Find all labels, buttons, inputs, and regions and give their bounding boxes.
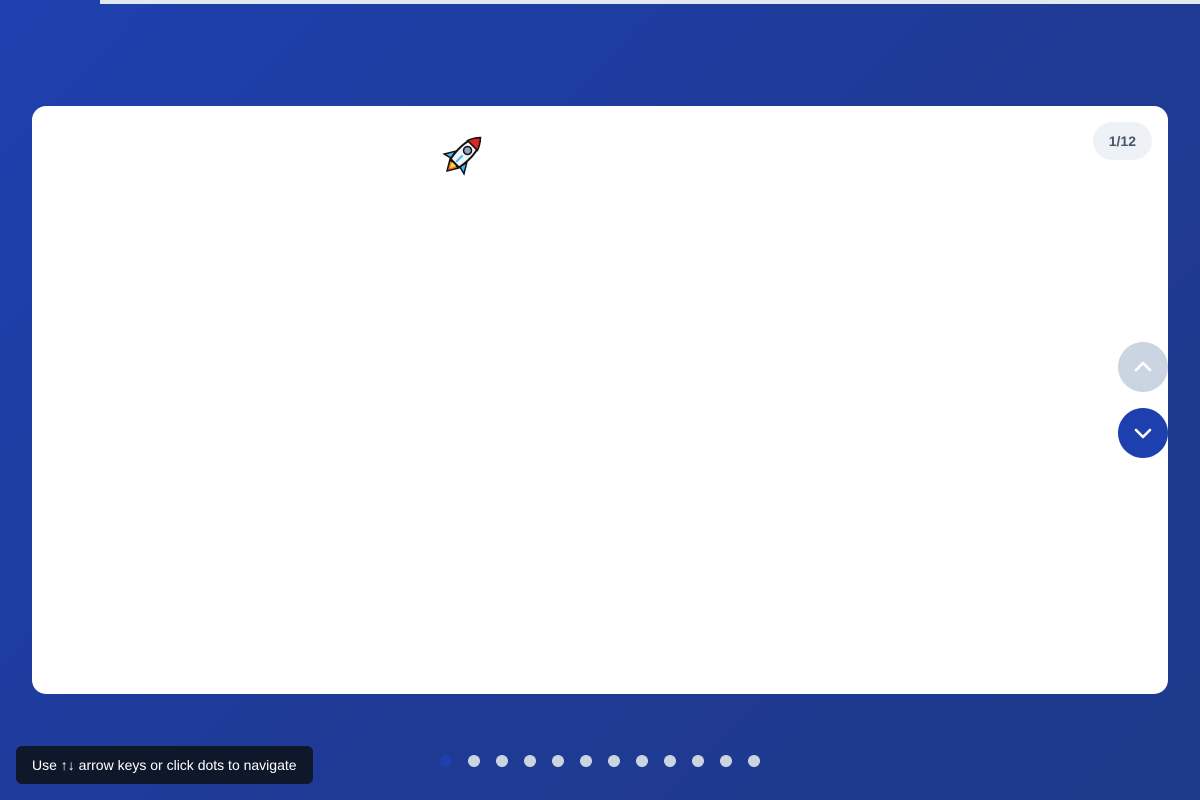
slide-dot[interactable]: [580, 755, 592, 767]
chevron-up-icon: [1134, 361, 1152, 372]
rocket-icon: [438, 128, 490, 180]
slide-counter: 1/12: [1092, 122, 1152, 160]
slide-dot[interactable]: [524, 755, 536, 767]
previous-slide-button[interactable]: [1118, 342, 1168, 392]
slide-dot[interactable]: [496, 755, 508, 767]
navigation-hint: Use ↑↓ arrow keys or click dots to navig…: [16, 746, 313, 784]
chevron-down-icon: [1134, 428, 1152, 439]
slide-dot[interactable]: [720, 755, 732, 767]
slide-card: 1/12: [32, 106, 1168, 694]
slide-dot[interactable]: [692, 755, 704, 767]
slide-dot[interactable]: [468, 755, 480, 767]
next-slide-button[interactable]: [1118, 408, 1168, 458]
slide-dot[interactable]: [440, 755, 452, 767]
slide-dot[interactable]: [664, 755, 676, 767]
slide-dot[interactable]: [748, 755, 760, 767]
slide-dots: [440, 755, 760, 767]
slide-dot[interactable]: [636, 755, 648, 767]
slide-dot[interactable]: [552, 755, 564, 767]
slide-dot[interactable]: [608, 755, 620, 767]
progress-bar: [100, 0, 1200, 4]
